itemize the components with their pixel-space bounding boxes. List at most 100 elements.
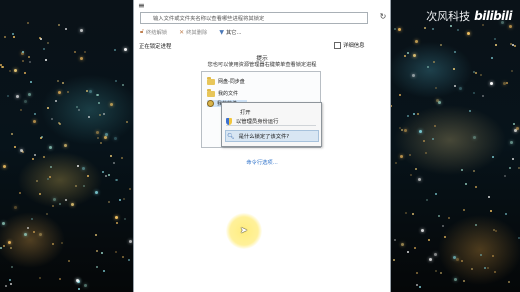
sparkle [19,108,22,111]
sparkle [491,255,494,258]
sparkle [127,259,130,262]
sparkle [33,112,36,115]
sparkle [413,53,417,57]
sparkle [8,278,11,281]
other-dropdown-button[interactable]: ▼ 其它... [219,27,241,37]
refresh-icon[interactable]: ↻ [378,12,388,22]
sparkle [503,174,506,177]
sparkle [23,232,27,236]
delete-icon: ✕ [179,28,185,36]
sparkle [95,93,98,96]
sparkle [394,161,397,164]
sparkle [9,246,12,249]
hamburger-menu-icon[interactable]: ≡ [138,2,146,10]
context-item-open: 打开 [240,110,251,116]
cmdline-options-link[interactable]: 命令行选项... [134,158,390,166]
sparkle [48,146,52,150]
sparkle [53,197,57,201]
app-icon [207,100,214,107]
unlock-icon: 🔓︎ [140,28,144,35]
sparkle [58,202,61,205]
context-item-run-as-admin: 以管理员身份运行 [226,117,278,125]
sparkle [470,267,473,270]
sparkle [464,182,467,185]
sparkle [105,174,108,177]
sparkle [431,27,434,30]
sparkle [2,165,6,169]
sparkle [399,154,403,158]
sparkle [460,259,463,262]
detail-checkbox[interactable]: 详细信息 [334,41,365,49]
sparkle [474,223,477,226]
search-input[interactable]: 输入文件或文件夹名称以查看哪些进程将其锁定 [140,12,368,24]
sparkle [482,94,484,97]
explorer-item: 我的文件 [207,88,238,97]
video-watermark: 次风科技 bilibili [426,8,512,24]
sparkle [64,199,67,202]
sparkle [398,93,401,96]
sparkle [129,239,132,243]
sparkle [81,167,85,170]
sparkle [462,208,465,211]
sparkle [1,221,5,225]
sparkle [508,25,512,29]
sparkle [76,165,79,168]
sparkle [418,129,422,133]
sparkle [413,246,416,249]
sparkle [435,99,439,103]
sparkle [122,197,125,200]
sparkle [77,108,80,111]
sparkle [84,283,88,287]
sparkle [437,214,440,217]
folder-icon [207,88,215,97]
sparkle [27,21,30,24]
sparkle [13,146,16,149]
sparkle [49,165,52,168]
sparkle [19,191,22,194]
sparkle [420,228,424,232]
sparkle [94,234,97,237]
sparkle [472,70,475,73]
sparkle [21,60,24,63]
mouse-cursor-icon: ➤ [240,226,248,236]
sparkle [393,238,396,241]
terminate-unlock-button[interactable]: 🔓︎ 终结解锁 [140,27,167,37]
sparkle [462,279,465,282]
sparkle [426,66,429,68]
sparkle [510,69,513,72]
menu-divider [226,125,316,126]
sparkle [439,43,442,46]
force-delete-button[interactable]: ✕ 终其删除 [179,27,207,37]
sparkle [88,89,92,93]
sparkle [400,242,404,246]
app-window: ≡ 输入文件或文件夹名称以查看哪些进程将其锁定 ↻ 🔓︎ 终结解锁 ✕ 终其删除… [133,0,391,292]
sparkle [407,114,410,117]
sparkle [411,74,415,78]
shield-icon [226,117,232,125]
sparkle [455,257,459,261]
search-placeholder: 输入文件或文件夹名称以查看哪些进程将其锁定 [153,16,265,22]
sparkle [506,81,509,84]
sparkle [453,277,457,281]
sparkle [109,155,112,158]
sparkle [48,175,51,178]
sparkle [38,276,41,279]
chevron-down-icon: ▼ [219,28,224,36]
sparkle [30,217,33,220]
sparkle [415,272,418,275]
sparkle [121,255,124,258]
sparkle [424,151,427,154]
sparkle [46,42,49,45]
sparkle [99,141,102,144]
explorer-item: 网盘-同步盘 [207,76,245,85]
sparkle [115,178,118,181]
sparkle [58,278,61,281]
sparkle [95,265,98,268]
sparkle [27,56,30,59]
sparkle [9,282,12,285]
sparkle [1,65,4,68]
sparkle [19,148,23,152]
lock-search-icon: 🔍︎ [227,132,235,140]
folder-icon [207,76,215,85]
sparkle [96,136,99,139]
